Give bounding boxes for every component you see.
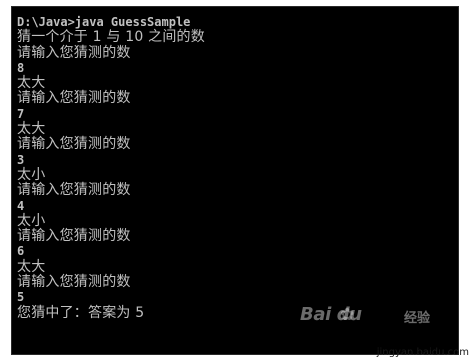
console-line-feedback: 太大 [17,258,46,275]
console-line-input-prompt: 请输入您猜测的数 [17,182,131,199]
console-line-input-prompt: 请输入您猜测的数 [17,274,131,291]
watermark-url: jingyan.baidu.com [376,347,469,358]
console-line-input-prompt: 请输入您猜测的数 [17,228,131,245]
watermark-jingyan: 经验 [404,311,431,326]
console-line-feedback: 太小 [17,166,46,183]
console-line-input-prompt: 请输入您猜测的数 [17,44,131,61]
console-line-feedback: 太小 [17,212,46,229]
console-output: D:\Java>java GuessSample 猜一个介于 1 与 10 之间… [17,15,454,321]
console-line-guess: 7 [17,106,25,121]
console-line-guess: 3 [17,152,25,167]
console-line-input-prompt: 请输入您猜测的数 [17,136,131,153]
console-line-guess: 8 [17,60,25,75]
baidu-jingyan-watermark: Bai du ✿ 经验 [300,304,440,334]
console-line-input-prompt: 请输入您猜测的数 [17,90,131,107]
console-line-command: D:\Java>java GuessSample [17,15,191,29]
console-window[interactable]: D:\Java>java GuessSample 猜一个介于 1 与 10 之间… [12,7,458,354]
baidu-paw-icon: ✿ [340,305,355,324]
console-line-guess: 6 [17,244,25,259]
console-line-guess: 4 [17,198,25,213]
console-line-prompt-range: 猜一个介于 1 与 10 之间的数 [17,29,205,46]
